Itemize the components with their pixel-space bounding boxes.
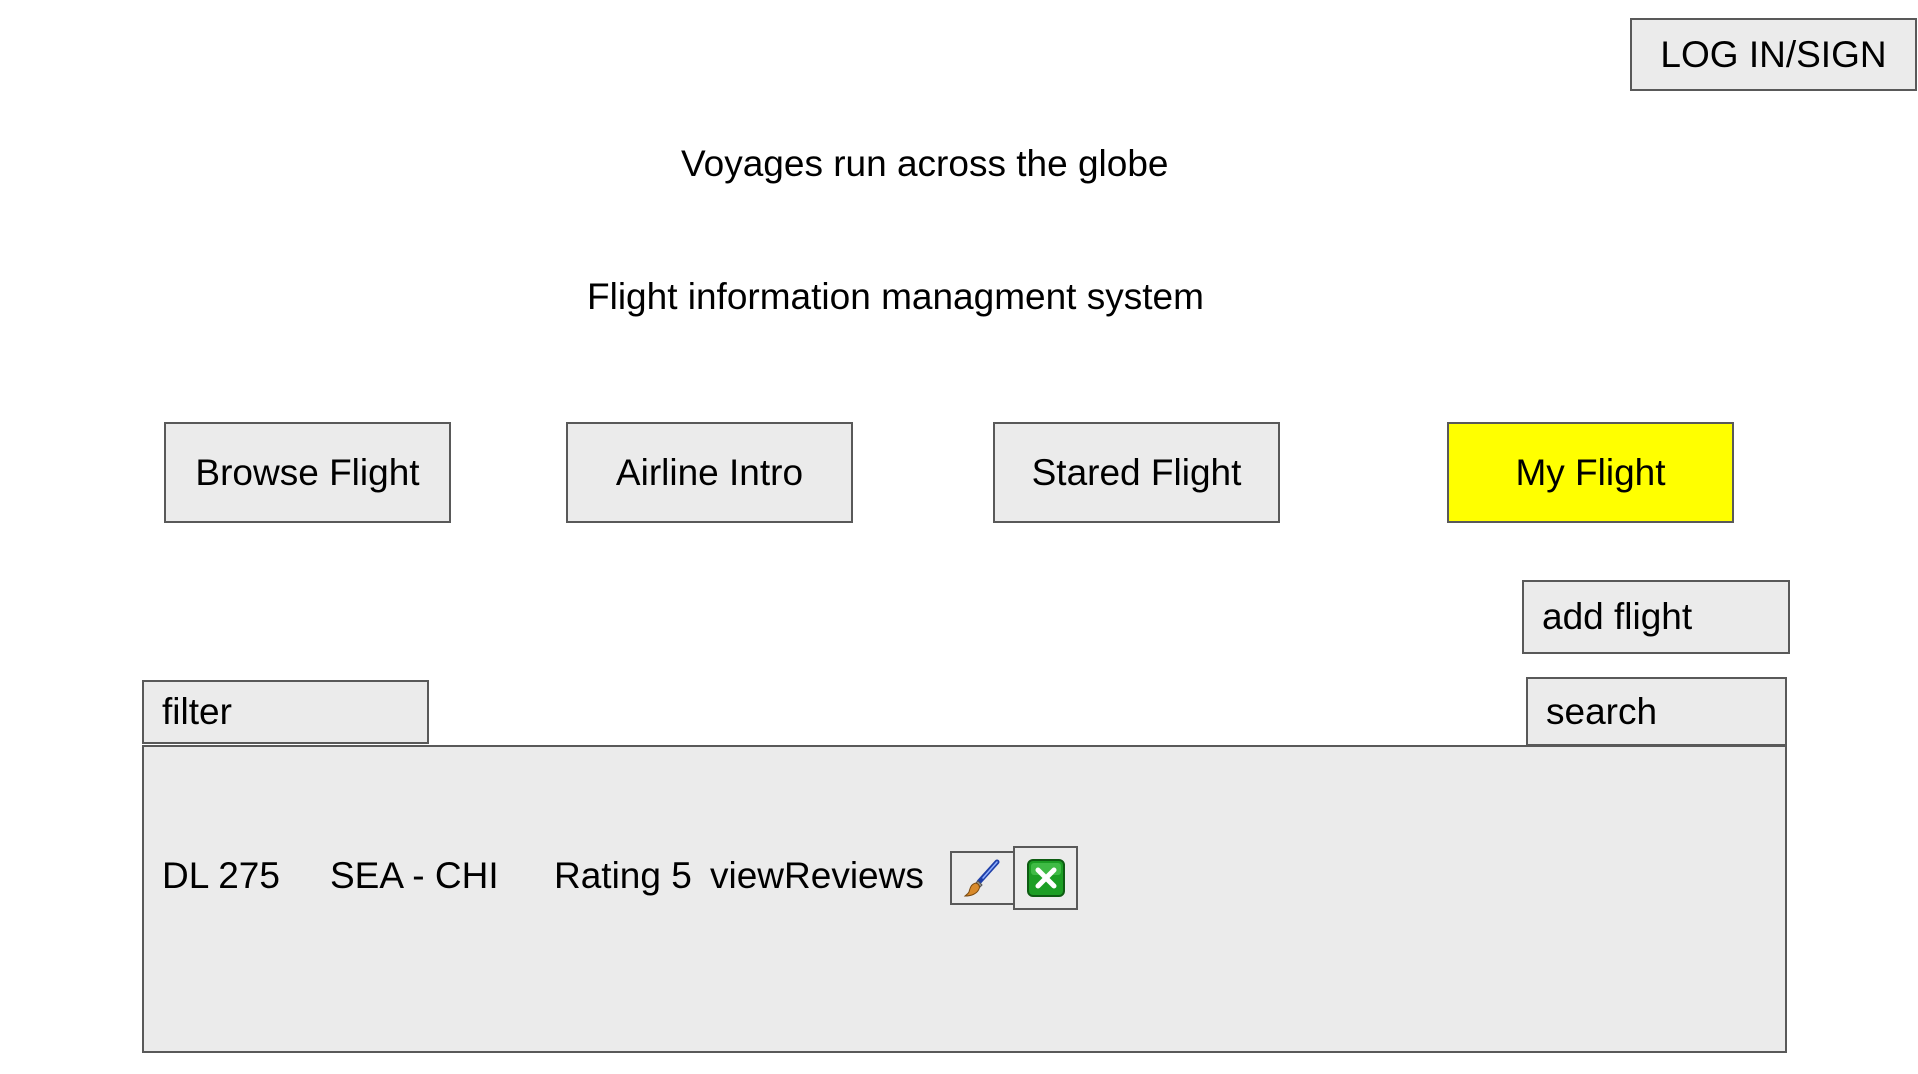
paintbrush-icon xyxy=(963,859,999,897)
flight-rating: Rating 5 xyxy=(554,855,692,896)
filter-button[interactable]: filter xyxy=(142,680,429,744)
edit-flight-button[interactable] xyxy=(950,851,1015,905)
site-subtitle: Flight information managment system xyxy=(587,276,1204,317)
view-reviews-link[interactable]: viewReviews xyxy=(710,855,924,897)
nav-airline-intro[interactable]: Airline Intro xyxy=(566,422,853,523)
close-icon xyxy=(1026,859,1065,897)
nav-my-flight[interactable]: My Flight xyxy=(1447,422,1734,523)
add-flight-button[interactable]: add flight xyxy=(1522,580,1790,654)
flight-list: DL 275 SEA - CHI Rating 5 viewReviews xyxy=(142,745,1787,1053)
nav-browse-flight[interactable]: Browse Flight xyxy=(164,422,451,523)
site-title: Voyages run across the globe xyxy=(681,143,1169,184)
nav-stared-flight[interactable]: Stared Flight xyxy=(993,422,1280,523)
delete-flight-button[interactable] xyxy=(1013,846,1078,910)
login-signup-button[interactable]: LOG IN/SIGN xyxy=(1630,18,1917,91)
flight-route: SEA - CHI xyxy=(330,855,499,896)
flight-code: DL 275 xyxy=(162,855,280,896)
search-input[interactable]: search xyxy=(1526,677,1787,746)
